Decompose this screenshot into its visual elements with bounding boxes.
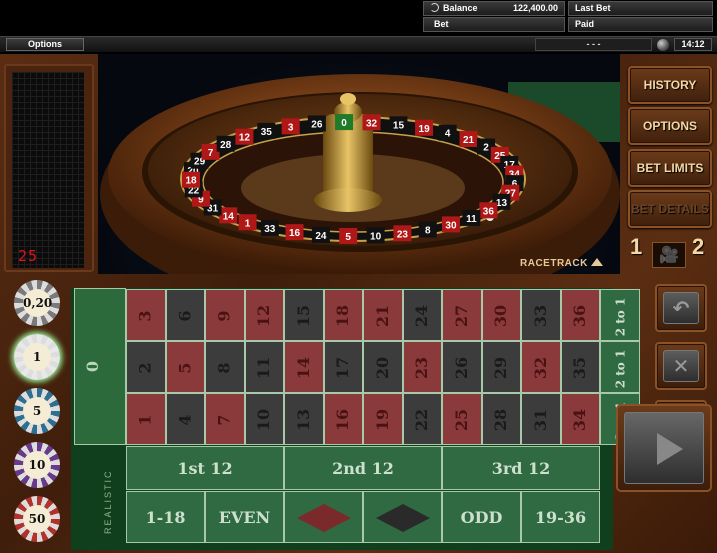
wheel-number: 2 — [483, 142, 489, 153]
high-bet[interactable]: 19-36 — [521, 491, 600, 543]
betting-table: 0 REALISTIC 3 6 9 12 15 18 21 24 27 30 33 36 2 5 8 11 14… — [71, 288, 640, 550]
status-message: - - - — [535, 38, 652, 51]
wheel-number: 13 — [496, 198, 508, 209]
wheel-number: 16 — [289, 228, 301, 239]
column-bet-label: 2 to 1 — [613, 349, 628, 389]
realistic-label: REALISTIC — [103, 469, 113, 534]
chip-value: 0,20 — [23, 289, 52, 317]
balance-label: Balance — [443, 3, 478, 13]
chip-0-20[interactable]: 0,20 — [14, 280, 60, 326]
wheel-number: 11 — [466, 214, 477, 225]
options-button[interactable]: Options — [6, 38, 84, 51]
wheel-number: 8 — [425, 226, 431, 237]
last-result: 25 — [18, 247, 39, 265]
dozen-bet-2[interactable]: 2nd 12 — [284, 446, 442, 490]
wheel-number: 33 — [264, 224, 276, 235]
odd-bet[interactable]: ODD — [442, 491, 521, 543]
chip-10[interactable]: 10 — [14, 442, 60, 488]
last-bet-display: Last Bet — [568, 1, 713, 16]
chip-value: 10 — [23, 451, 51, 479]
top-bar: Balance 122,400.00 Bet Last Bet Paid — [0, 0, 717, 34]
roulette-wheel: 2029728123532603215194212251734627133611… — [100, 74, 620, 274]
wheel-number: 24 — [315, 231, 327, 242]
sound-icon[interactable] — [657, 39, 669, 51]
balance-display: Balance 122,400.00 — [423, 1, 565, 16]
racetrack-label: RACETRACK — [520, 258, 588, 269]
wheel-number: 32 — [366, 118, 378, 129]
low-bet[interactable]: 1-18 — [126, 491, 205, 543]
wheel-number: 21 — [463, 135, 475, 146]
chip-50[interactable]: 50 — [14, 496, 60, 542]
wheel-number: 3 — [288, 122, 294, 133]
bet-label: Bet — [434, 19, 449, 29]
wheel-number: 19 — [419, 124, 431, 135]
column-bet-2[interactable]: 2 to 1 — [600, 341, 640, 393]
wheel-number: 10 — [370, 231, 382, 242]
spin-button[interactable] — [616, 404, 712, 492]
chip-value: 1 — [23, 343, 51, 371]
black-bet[interactable] — [363, 491, 442, 543]
paid-label: Paid — [575, 19, 595, 29]
zero-label: 0 — [83, 360, 103, 373]
wheel-number: 18 — [185, 176, 197, 187]
wheel-number: 7 — [208, 148, 214, 159]
chip-1[interactable]: 1 — [14, 334, 60, 380]
options-bar: Options - - - 14:12 — [0, 36, 717, 53]
clear-icon: ✕ — [663, 350, 699, 382]
camera-2-label[interactable]: 2 — [692, 234, 704, 260]
wheel-number: 26 — [311, 119, 323, 130]
bet-limits-button[interactable]: BET LIMITS — [628, 149, 712, 187]
triangle-up-icon — [590, 258, 603, 266]
wheel-number: 4 — [445, 129, 451, 140]
racetrack-button[interactable]: RACETRACK — [520, 254, 616, 274]
last-bet-label: Last Bet — [575, 3, 611, 13]
red-bet[interactable] — [284, 491, 363, 543]
wheel-number: 35 — [261, 127, 273, 138]
wheel-number: 28 — [220, 140, 232, 151]
wheel-number: 12 — [239, 133, 251, 144]
dozen-bet-3[interactable]: 3rd 12 — [442, 446, 600, 490]
wheel-number: 15 — [393, 120, 405, 131]
history-button[interactable]: HISTORY — [628, 66, 712, 104]
column-bet-1[interactable]: 2 to 1 — [600, 289, 640, 341]
spin-button-face — [624, 412, 704, 484]
history-board: 25 — [4, 64, 94, 272]
history-grid: 25 — [12, 72, 84, 268]
bet-details-button[interactable]: BET DETAILS — [628, 190, 712, 228]
red-diamond-icon — [297, 504, 351, 532]
wheel-number: 23 — [397, 229, 409, 240]
wheel-number: 1 — [245, 218, 251, 229]
wheel-number: 0 — [341, 118, 347, 129]
even-bet[interactable]: EVEN — [205, 491, 284, 543]
camera-icon: 🎥 — [652, 242, 686, 268]
paid-display: Paid — [568, 17, 713, 32]
game-area: 25 20 29 7 28 12 35 3 26 0 32 15 19 4 21… — [0, 54, 717, 553]
clock: 14:12 — [674, 38, 712, 51]
balance-value: 122,400.00 — [512, 3, 558, 13]
wheel-number: 14 — [223, 211, 235, 222]
chip-5[interactable]: 5 — [14, 388, 60, 434]
chip-value: 5 — [23, 397, 51, 425]
column-bet-label: 2 to 1 — [613, 297, 628, 337]
black-diamond-icon — [376, 504, 430, 532]
options-button[interactable]: OPTIONS — [628, 107, 712, 145]
chip-value: 50 — [23, 505, 51, 533]
number-zero[interactable]: 0 — [74, 288, 126, 445]
undo-button[interactable]: ↶ — [655, 284, 707, 332]
bet-display: Bet — [423, 17, 565, 32]
play-icon — [657, 433, 683, 465]
wheel-view: 2029728123532603215194212251734627133611… — [98, 54, 620, 274]
wheel-number: 36 — [483, 206, 495, 217]
refresh-icon[interactable] — [430, 3, 439, 12]
wheel-number: 30 — [445, 220, 457, 231]
clear-bets-button[interactable]: ✕ — [655, 342, 707, 390]
wheel-number: 5 — [345, 232, 351, 243]
undo-icon: ↶ — [663, 292, 699, 324]
dozen-bet-1[interactable]: 1st 12 — [126, 446, 284, 490]
camera-1-label[interactable]: 1 — [630, 234, 642, 260]
camera-toggle[interactable]: 1 🎥 2 — [628, 232, 712, 270]
